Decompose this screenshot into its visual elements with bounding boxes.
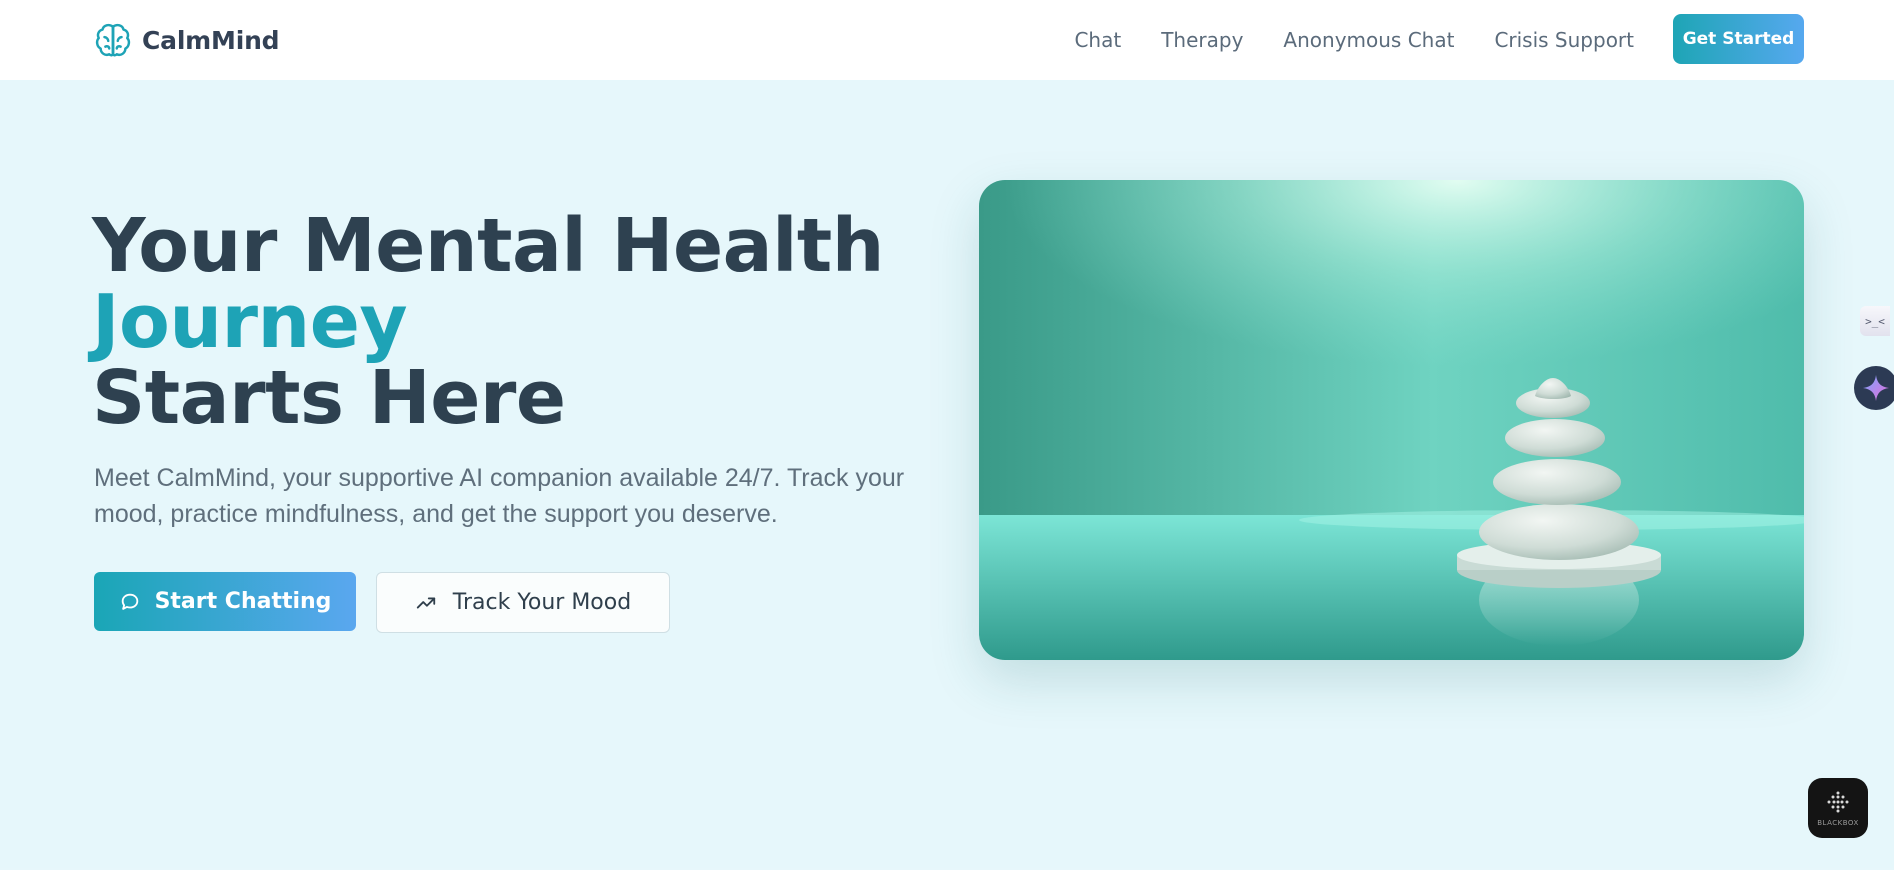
hero-subtitle: Meet CalmMind, your supportive AI compan… [94,464,905,528]
nav-link-anonymous-chat[interactable]: Anonymous Chat [1283,28,1454,52]
side-extension-tab[interactable]: >_< [1860,306,1890,336]
brand-name: CalmMind [142,25,280,55]
blackbox-label: BLACKBOX [1817,819,1859,827]
headline-line-3: Starts Here [92,355,566,441]
nav-link-chat[interactable]: Chat [1074,28,1121,52]
blackbox-widget-button[interactable]: BLACKBOX [1808,778,1868,838]
main-nav: Chat Therapy Anonymous Chat Crisis Suppo… [1074,24,1634,56]
headline-accent: Journey [92,279,408,365]
top-navbar: CalmMind Chat Therapy Anonymous Chat Cri… [0,0,1894,80]
brain-icon [95,23,131,57]
get-started-button[interactable]: Get Started [1673,14,1804,64]
nav-link-therapy[interactable]: Therapy [1161,28,1243,52]
start-chatting-label: Start Chatting [154,589,332,614]
hero-headline: Your Mental Health Journey Starts Here [92,203,885,441]
track-your-mood-label: Track Your Mood [452,590,632,615]
headline-line-1: Your Mental Health [92,203,885,289]
nav-link-crisis-support[interactable]: Crisis Support [1494,28,1634,52]
start-chatting-button[interactable]: Start Chatting [94,572,356,631]
trending-up-icon [416,597,435,608]
track-your-mood-button[interactable]: Track Your Mood [376,572,670,633]
chat-bubble-icon [121,593,138,610]
sparkle-icon [1863,375,1889,401]
stacked-zen-stones-image [979,180,1804,660]
ai-assistant-button[interactable] [1854,366,1894,410]
brand-logo-link[interactable]: CalmMind [94,19,280,61]
zen-stones-illustration [979,180,1804,660]
blackbox-logo-icon [1827,791,1849,813]
